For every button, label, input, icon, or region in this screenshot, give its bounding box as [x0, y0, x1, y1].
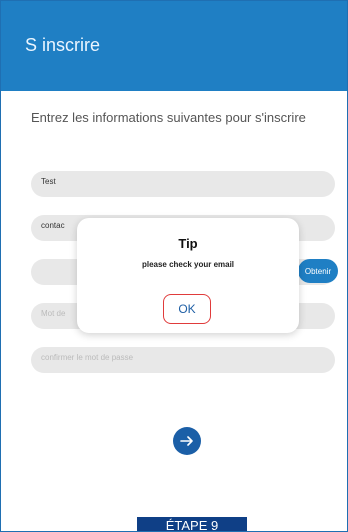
dialog-message: please check your email [141, 260, 235, 269]
phone-screen: S inscrire Entrez les informations suiva… [0, 0, 348, 532]
step-label: ÉTAPE 9 [137, 517, 247, 531]
ok-button[interactable]: OK [163, 294, 211, 324]
modal-overlay: Tip please check your email OK [1, 1, 347, 531]
tip-dialog: Tip please check your email OK [77, 218, 299, 333]
dialog-title: Tip [178, 236, 198, 251]
